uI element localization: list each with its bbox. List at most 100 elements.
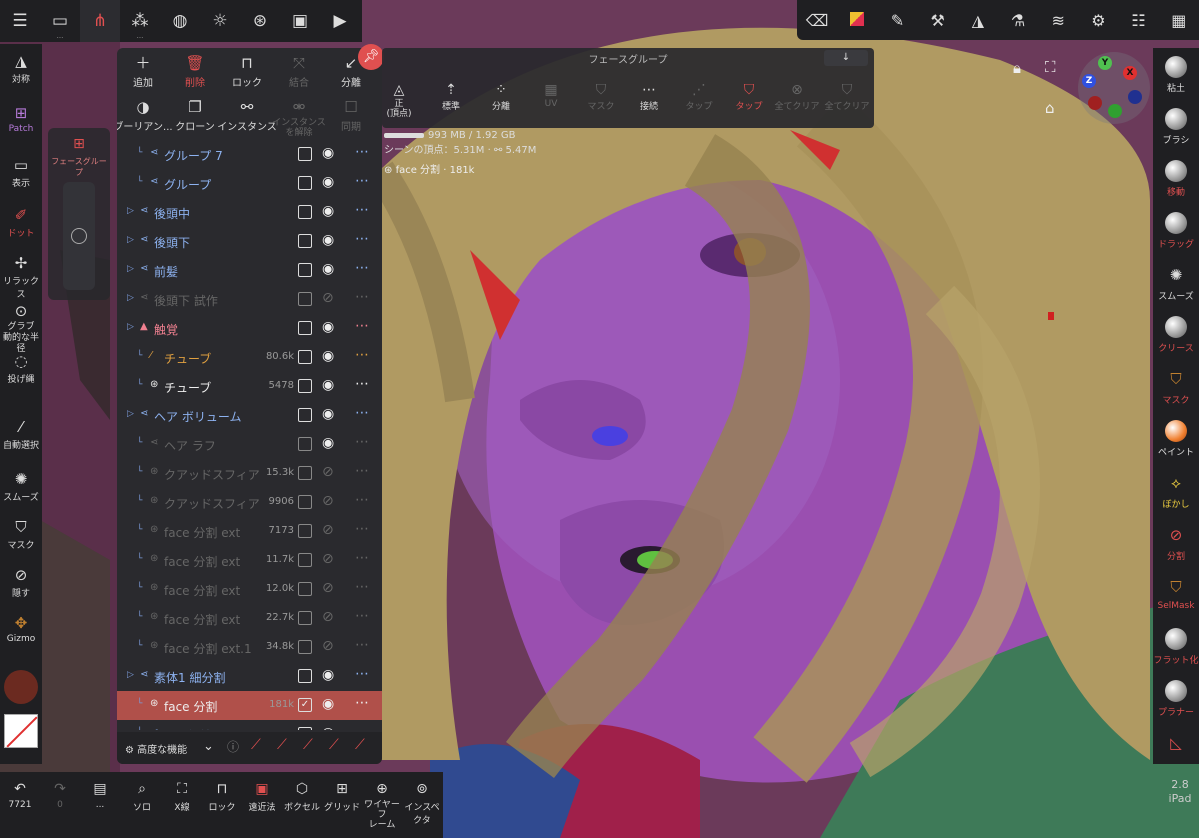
- more-options-icon[interactable]: ⋯: [355, 231, 370, 247]
- scene-tree-row[interactable]: ▷ ⋖ 前髪 ◉ ⋯: [117, 256, 382, 285]
- front-vertex-button[interactable]: ◬ 正 (頂点): [372, 82, 426, 119]
- eye-icon[interactable]: ◉: [322, 203, 334, 219]
- row-checkbox[interactable]: [298, 582, 312, 596]
- xray-button[interactable]: ⛶ X線: [162, 780, 202, 813]
- primary-color-swatch[interactable]: [4, 670, 38, 704]
- scene-tree-row[interactable]: └ ⊛ クアッドスフィア 15.3k ⊘ ⋯: [117, 459, 382, 488]
- tool-split-right[interactable]: ⊘ 分割: [1153, 524, 1199, 562]
- chevron-down-icon[interactable]: ⌄: [203, 739, 214, 754]
- row-checkbox[interactable]: [298, 437, 312, 451]
- more-options-icon[interactable]: ⋯: [355, 202, 370, 218]
- mask-button[interactable]: ⛉ マスク: [574, 82, 628, 112]
- row-checkbox[interactable]: ✓: [298, 698, 312, 712]
- eye-icon[interactable]: ◉: [322, 319, 334, 335]
- unlink-instance-button[interactable]: ⚮ インスタンス を解除: [269, 98, 329, 138]
- row-checkbox[interactable]: [298, 408, 312, 422]
- scene-tree-row[interactable]: ▷ ▲ 触覚 ◉ ⋯: [117, 314, 382, 343]
- tool-mask-right[interactable]: ⛉ マスク: [1153, 368, 1199, 406]
- scene-tree-row[interactable]: └ ⊛ face 分割 ext.1 34.8k ⊘ ⋯: [117, 633, 382, 662]
- eye-icon[interactable]: ◉: [322, 145, 334, 161]
- file-button[interactable]: ▤...: [80, 780, 120, 810]
- color-palette-icon[interactable]: [839, 11, 875, 30]
- tool-lasso[interactable]: ◌ 投げ縄: [0, 352, 42, 385]
- tool-smooth[interactable]: ✺ スムーズ: [0, 470, 42, 503]
- add-facegroup-icon[interactable]: ⊞: [48, 136, 110, 152]
- merge-button[interactable]: ⤧ 結合: [269, 54, 329, 89]
- environment-icon[interactable]: ⊛: [240, 0, 280, 42]
- eye-icon[interactable]: ◉: [322, 406, 334, 422]
- more-options-icon[interactable]: ⋯: [355, 521, 370, 537]
- grid-icon[interactable]: ▦: [1161, 11, 1197, 30]
- row-checkbox[interactable]: [298, 176, 312, 190]
- eye-off-icon[interactable]: ⊘: [322, 638, 334, 654]
- tree-branch-icon[interactable]: └: [137, 728, 142, 730]
- scene-tree-row[interactable]: ▷ ⋖ 後頭中 ◉ ⋯: [117, 198, 382, 227]
- clear-all-button-1[interactable]: ⊗ 全てクリア: [770, 82, 824, 112]
- slider-handle[interactable]: [71, 228, 87, 244]
- eye-icon[interactable]: ◉: [322, 261, 334, 277]
- more-options-icon[interactable]: ⋯: [355, 318, 370, 334]
- clone-button[interactable]: ❐ クローン: [165, 98, 225, 133]
- eye-icon[interactable]: ◉: [322, 696, 334, 712]
- row-checkbox[interactable]: [298, 205, 312, 219]
- lock-view-button[interactable]: ⊓ ロック: [202, 780, 242, 813]
- expand-arrow-icon[interactable]: ▷: [127, 264, 134, 274]
- tree-branch-icon[interactable]: └: [137, 699, 142, 709]
- primitives-icon[interactable]: ⁂...: [120, 0, 160, 42]
- uv-button[interactable]: ▦ UV: [524, 82, 578, 109]
- tree-branch-icon[interactable]: └: [137, 177, 142, 187]
- menu-icon[interactable]: ☰: [0, 0, 40, 42]
- eye-icon[interactable]: ◉: [322, 435, 334, 451]
- more-options-icon[interactable]: ⋯: [355, 434, 370, 450]
- more-options-icon[interactable]: ⋯: [355, 376, 370, 392]
- disabled-tool-icon[interactable]: ⟋: [277, 737, 287, 753]
- expand-arrow-icon[interactable]: ▷: [127, 293, 134, 303]
- eye-off-icon[interactable]: ⊘: [322, 493, 334, 509]
- more-options-icon[interactable]: ⋯: [355, 405, 370, 421]
- tool-paint[interactable]: ペイント: [1153, 420, 1199, 458]
- disabled-tool-icon[interactable]: ⟋: [329, 737, 339, 753]
- more-options-icon[interactable]: ⋯: [355, 260, 370, 276]
- fullscreen-icon[interactable]: ⛶: [1045, 58, 1056, 76]
- tool-selmask[interactable]: ⛉ SelMask: [1153, 576, 1199, 611]
- voxel-button[interactable]: ⬡ ボクセル: [282, 780, 322, 813]
- tool-relax[interactable]: ✢ リラックス: [0, 254, 42, 300]
- eye-off-icon[interactable]: ⊘: [322, 290, 334, 306]
- scene-tree-row[interactable]: └ ⊛ face 分割 ext 22.7k ⊘ ⋯: [117, 604, 382, 633]
- gizmo-axis-y[interactable]: Y: [1098, 56, 1112, 70]
- row-checkbox[interactable]: [298, 234, 312, 248]
- tool-grab[interactable]: ⊙ グラブ 動的な半径: [0, 302, 42, 355]
- scene-tree-row[interactable]: ▷ ⋖ ヘア ボリューム ◉ ⋯: [117, 401, 382, 430]
- help-icon[interactable]: ⓘ: [227, 738, 239, 755]
- more-options-icon[interactable]: ⋯: [355, 347, 370, 363]
- eye-off-icon[interactable]: ⊘: [322, 464, 334, 480]
- disabled-tool-icon[interactable]: ⟋: [355, 737, 365, 753]
- tool-hide[interactable]: ⊘ 隠す: [0, 566, 42, 599]
- more-options-icon[interactable]: ⋯: [355, 144, 370, 160]
- tool-patch[interactable]: ⊞ Patch: [0, 104, 42, 134]
- video-icon[interactable]: ▶: [320, 0, 360, 42]
- tool-mask[interactable]: ⛉ マスク: [0, 518, 42, 551]
- collapse-arrow-icon[interactable]: ↓: [824, 50, 868, 66]
- tool-blur[interactable]: ⟡ ぼかし: [1153, 472, 1199, 510]
- solo-button[interactable]: ⌕ ソロ: [122, 780, 162, 813]
- more-options-icon[interactable]: ⋯: [355, 550, 370, 566]
- tool-smooth-right[interactable]: ✺ スムーズ: [1153, 264, 1199, 302]
- lock-button[interactable]: ⊓ ロック: [217, 54, 277, 89]
- more-options-icon[interactable]: ⋯: [355, 492, 370, 508]
- wireframe-button[interactable]: ⊕ ワイヤーフ レーム: [362, 780, 402, 830]
- scene-tree-row[interactable]: ▷ ⋖ 素体1 細分割 ◉ ⋯: [117, 662, 382, 691]
- tree-branch-icon[interactable]: └: [137, 148, 142, 158]
- pin-panel-button[interactable]: 📌︎: [358, 44, 384, 70]
- scene-tree-row[interactable]: └ ⋖ ヘア ラフ ◉ ⋯: [117, 430, 382, 459]
- tool-planar[interactable]: プラナー: [1153, 680, 1199, 718]
- secondary-color-swatch[interactable]: [4, 714, 38, 748]
- tree-branch-icon[interactable]: └: [137, 525, 142, 535]
- tree-branch-icon[interactable]: └: [137, 583, 142, 593]
- scene-graph-icon[interactable]: ⋔: [80, 0, 120, 42]
- undo-button[interactable]: ↶ 7721: [0, 780, 40, 810]
- scene-tree-row[interactable]: └ ⋖ 眼 視線 1 ◉ ⋯: [117, 720, 382, 730]
- grid-button[interactable]: ⊞ グリッド: [322, 780, 362, 813]
- tree-branch-icon[interactable]: └: [137, 351, 142, 361]
- eye-off-icon[interactable]: ⊘: [322, 580, 334, 596]
